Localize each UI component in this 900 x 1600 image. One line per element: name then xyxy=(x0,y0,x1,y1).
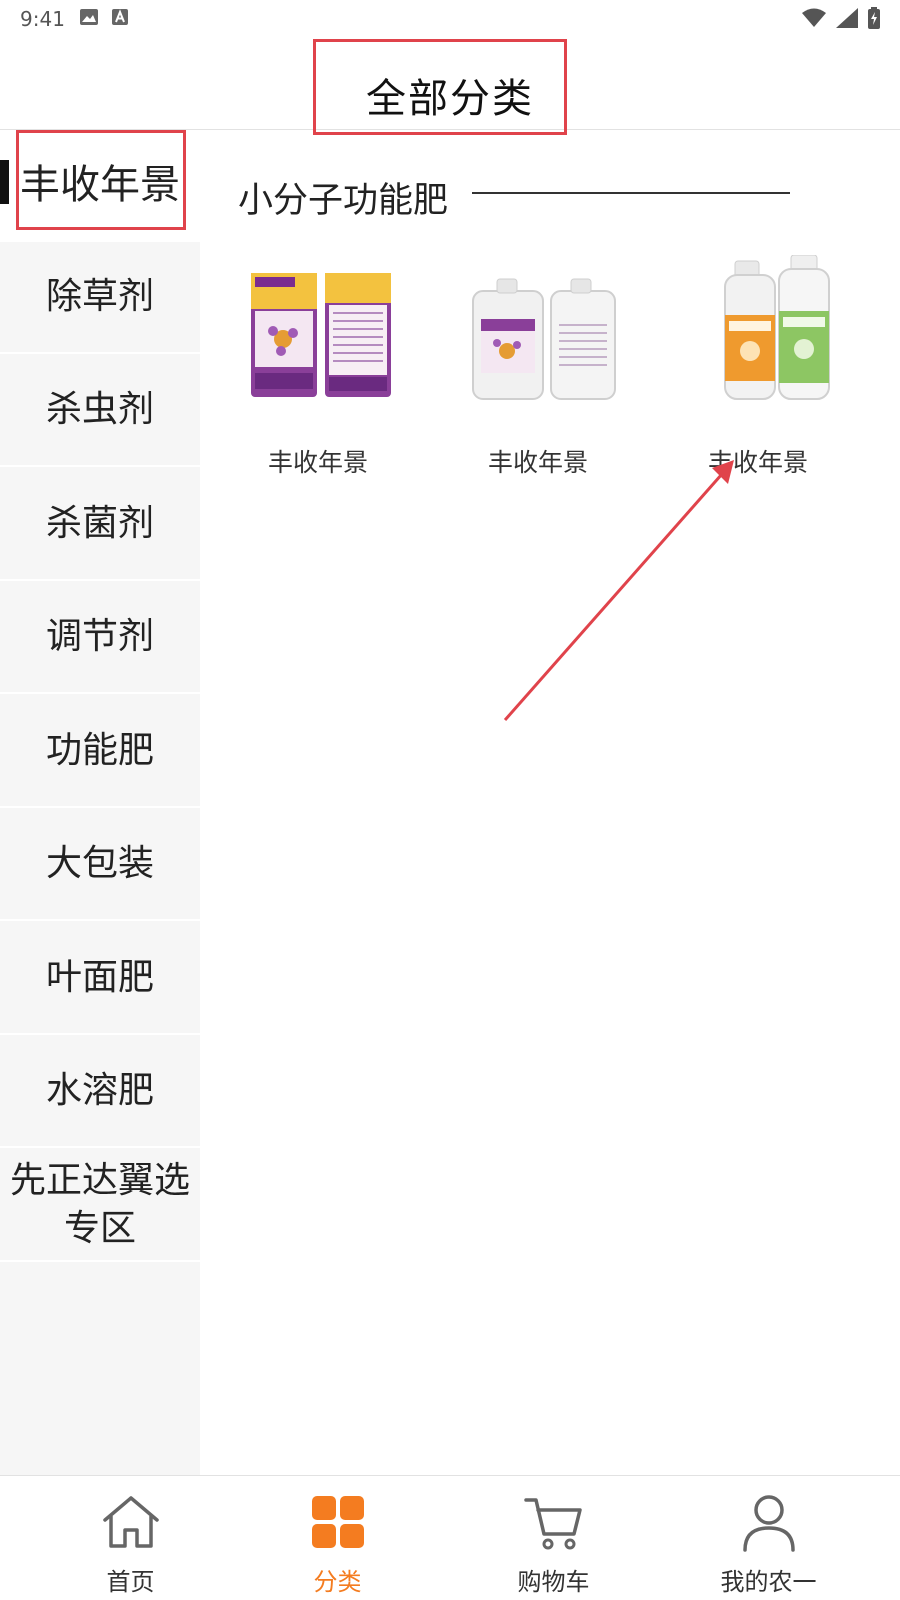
category-sidebar: 丰收年景 除草剂 杀虫剂 杀菌剂 调节剂 功能肥 大包装 叶面肥 水溶肥 先正达… xyxy=(0,130,200,1475)
sidebar-item-label: 丰收年景 xyxy=(20,162,180,208)
sidebar-item-label: 先正达翼选 专区 xyxy=(9,1160,190,1249)
product-name: 丰收年景 xyxy=(267,448,368,477)
signal-icon xyxy=(836,8,858,28)
tab-label: 分类 xyxy=(313,1568,362,1596)
sidebar-item-syngenta-zone[interactable]: 先正达翼选 专区 xyxy=(0,1150,200,1262)
product-image-bottles xyxy=(724,255,830,400)
tab-category[interactable]: 分类 xyxy=(225,1476,450,1600)
section-title: 小分子功能肥 xyxy=(238,181,449,221)
tab-home[interactable]: 首页 xyxy=(18,1476,243,1600)
product-name: 丰收年景 xyxy=(707,448,808,477)
tab-cart[interactable]: 购物车 xyxy=(441,1476,666,1600)
a-notification-icon xyxy=(112,9,128,25)
tab-label: 购物车 xyxy=(517,1568,590,1596)
sidebar-item-functional-fertilizer[interactable]: 功能肥 xyxy=(0,696,200,808)
sidebar-item-herbicide[interactable]: 除草剂 xyxy=(0,242,200,354)
sidebar-item-label: 大包装 xyxy=(45,843,154,884)
sidebar-item-label: 杀虫剂 xyxy=(45,389,154,430)
tab-label: 我的农一 xyxy=(720,1568,817,1596)
sidebar-item-fengshou[interactable]: 丰收年景 xyxy=(0,130,200,242)
header: 全部分类 xyxy=(0,36,900,130)
product-name: 丰收年景 xyxy=(487,448,588,477)
home-icon xyxy=(102,1496,159,1548)
status-time: 9:41 xyxy=(20,7,65,31)
sidebar-item-regulator[interactable]: 调节剂 xyxy=(0,582,200,694)
cart-icon xyxy=(523,1498,582,1550)
sidebar-item-label: 杀菌剂 xyxy=(45,503,154,544)
product-card[interactable]: 丰收年景 xyxy=(428,255,648,485)
sidebar-item-foliar-fertilizer[interactable]: 叶面肥 xyxy=(0,923,200,1035)
page-title: 全部分类 xyxy=(366,76,534,122)
product-image-bags xyxy=(251,273,391,397)
section-divider xyxy=(472,192,790,194)
battery-icon xyxy=(868,7,880,29)
category-content: 小分子功能肥 丰收年景 丰收年景 丰收年景 xyxy=(200,130,900,1475)
sidebar-item-water-soluble[interactable]: 水溶肥 xyxy=(0,1036,200,1148)
image-notification-icon xyxy=(80,9,98,25)
tab-label: 首页 xyxy=(106,1568,155,1596)
tab-profile[interactable]: 我的农一 xyxy=(656,1476,881,1600)
category-grid-icon xyxy=(311,1496,364,1548)
sidebar-item-label: 水溶肥 xyxy=(45,1070,154,1111)
status-bar: 9:41 xyxy=(0,0,900,36)
wifi-icon xyxy=(802,8,826,27)
sidebar-item-label: 调节剂 xyxy=(45,616,154,657)
sidebar-item-label: 功能肥 xyxy=(45,730,154,771)
user-icon xyxy=(742,1495,795,1552)
sidebar-item-large-package[interactable]: 大包装 xyxy=(0,809,200,921)
product-image-jugs xyxy=(472,278,616,400)
product-card[interactable]: 丰收年景 xyxy=(208,255,428,485)
sidebar-item-label: 除草剂 xyxy=(45,276,154,317)
bottom-tab-bar: 首页 分类 购物车 我的农一 xyxy=(0,1475,900,1600)
active-indicator xyxy=(0,160,9,204)
sidebar-item-label: 叶面肥 xyxy=(45,957,154,998)
sidebar-item-fungicide[interactable]: 杀菌剂 xyxy=(0,469,200,581)
sidebar-item-insecticide[interactable]: 杀虫剂 xyxy=(0,355,200,467)
product-card[interactable]: 丰收年景 xyxy=(648,255,868,485)
